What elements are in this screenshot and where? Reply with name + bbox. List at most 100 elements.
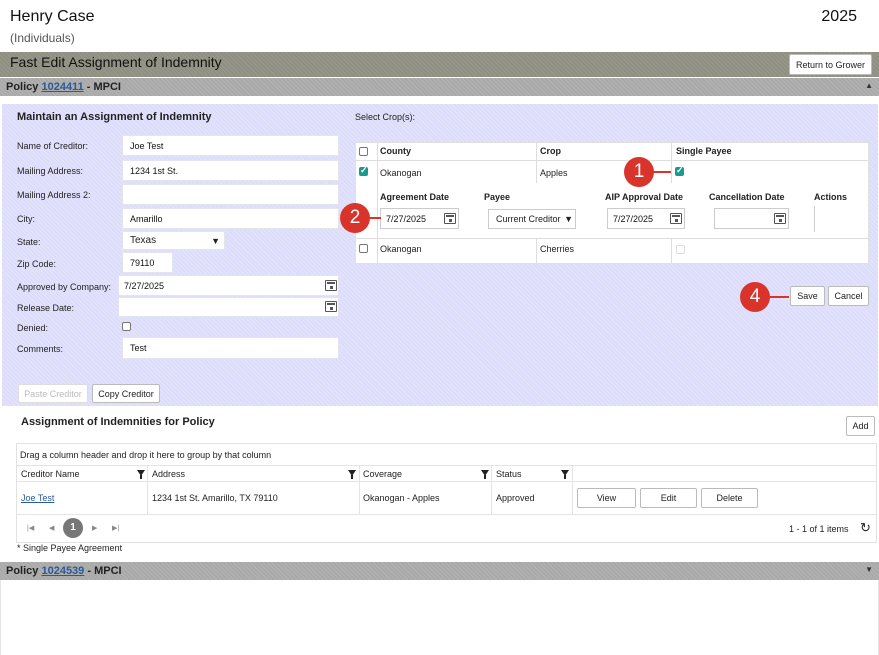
policy-title: Policy 1024411 - MPCI bbox=[6, 81, 121, 93]
comments-label: Comments: bbox=[17, 344, 64, 354]
row-address: 1234 1st St. Amarillo, TX 79110 bbox=[152, 493, 278, 503]
city-input[interactable]: Amarillo bbox=[122, 208, 339, 229]
state-value: Texas bbox=[130, 235, 157, 246]
filter-icon[interactable] bbox=[481, 470, 489, 479]
calendar-icon[interactable] bbox=[325, 301, 337, 312]
select-all-checkbox[interactable] bbox=[359, 147, 368, 156]
payee-value: Current Creditor bbox=[496, 214, 561, 224]
footnote: * Single Payee Agreement bbox=[17, 543, 123, 553]
policy-link[interactable]: 1024411 bbox=[41, 81, 83, 93]
city-label: City: bbox=[17, 214, 35, 224]
mailing-address-input[interactable]: 1234 1st St. bbox=[122, 160, 339, 181]
col-address[interactable]: Address bbox=[152, 469, 185, 479]
col-status[interactable]: Status bbox=[496, 469, 522, 479]
county-header: County bbox=[380, 146, 411, 156]
crop-row-crop: Apples bbox=[540, 168, 568, 178]
annotation-badge-4: 4 bbox=[740, 282, 770, 312]
approved-date-input[interactable]: 7/27/2025 bbox=[118, 275, 339, 296]
paste-creditor-button[interactable]: Paste Creditor bbox=[18, 384, 88, 403]
annotation-badge-1: 1 bbox=[624, 157, 654, 187]
last-page-icon[interactable]: ▶| bbox=[112, 524, 119, 532]
select-crops-label: Select Crop(s): bbox=[355, 112, 416, 122]
release-label: Release Date: bbox=[17, 303, 75, 313]
expand-icon[interactable]: ▼ bbox=[865, 565, 873, 574]
row-status: Approved bbox=[496, 493, 535, 503]
chevron-down-icon: ▼ bbox=[564, 214, 573, 224]
crop-header: Crop bbox=[540, 146, 561, 156]
policy-header-1024539[interactable]: Policy 1024539 - MPCI ▼ bbox=[0, 562, 879, 580]
creditor-link[interactable]: Joe Test bbox=[21, 493, 54, 503]
single-payee-checkbox[interactable] bbox=[676, 245, 685, 254]
group-by-hint: Drag a column header and drop it here to… bbox=[20, 450, 272, 460]
crop-row-checkbox[interactable] bbox=[359, 165, 368, 176]
payee-header: Payee bbox=[484, 192, 511, 202]
approved-label: Approved by Company: bbox=[17, 282, 112, 292]
release-date-input[interactable] bbox=[118, 297, 339, 317]
annotation-badge-2: 2 bbox=[340, 203, 370, 233]
policy-title: Policy 1024539 - MPCI bbox=[6, 565, 122, 577]
col-creditor-name[interactable]: Creditor Name bbox=[21, 469, 80, 479]
save-button[interactable]: Save bbox=[790, 286, 825, 306]
page-title-bar: Fast Edit Assignment of Indemnity Return… bbox=[0, 52, 879, 77]
current-page[interactable]: 1 bbox=[63, 518, 83, 538]
refresh-icon[interactable]: ↻ bbox=[860, 520, 871, 536]
filter-icon[interactable] bbox=[137, 470, 145, 479]
creditor-name-input[interactable]: Joe Test bbox=[122, 135, 339, 156]
return-to-grower-button[interactable]: Return to Grower bbox=[789, 54, 872, 75]
crop-row-checkbox[interactable] bbox=[359, 244, 368, 253]
denied-label: Denied: bbox=[17, 323, 49, 333]
calendar-icon[interactable] bbox=[325, 280, 337, 291]
assignments-heading: Assignment of Indemnities for Policy bbox=[21, 416, 215, 428]
crop-table bbox=[355, 142, 869, 264]
edit-button[interactable]: Edit bbox=[640, 488, 697, 508]
state-select[interactable]: Texas ▼ bbox=[122, 231, 225, 250]
policy-header-1024411[interactable]: Policy 1024411 - MPCI ▲ bbox=[0, 78, 879, 96]
zip-input[interactable]: 79110 bbox=[122, 252, 173, 273]
copy-creditor-button[interactable]: Copy Creditor bbox=[92, 384, 160, 403]
page-title: Fast Edit Assignment of Indemnity bbox=[10, 54, 222, 70]
payee-select[interactable]: Current Creditor ▼ bbox=[488, 209, 576, 229]
cancellation-header: Cancellation Date bbox=[709, 192, 785, 202]
agreement-date-header: Agreement Date bbox=[380, 192, 450, 202]
denied-checkbox[interactable] bbox=[122, 322, 131, 331]
cancel-button[interactable]: Cancel bbox=[828, 286, 869, 306]
annotation-pointer bbox=[653, 171, 671, 173]
zip-label: Zip Code: bbox=[17, 259, 57, 269]
address-label: Mailing Address: bbox=[17, 166, 84, 176]
delete-button[interactable]: Delete bbox=[701, 488, 758, 508]
annotation-pointer bbox=[769, 296, 789, 298]
grower-type: (Individuals) bbox=[10, 31, 75, 45]
col-coverage[interactable]: Coverage bbox=[363, 469, 402, 479]
policy-link[interactable]: 1024539 bbox=[41, 565, 84, 577]
view-button[interactable]: View bbox=[577, 488, 636, 508]
single-payee-checkbox[interactable] bbox=[675, 165, 684, 176]
crop-row-county: Okanogan bbox=[380, 168, 422, 178]
actions-header: Actions bbox=[814, 192, 848, 202]
state-label: State: bbox=[17, 237, 41, 247]
add-button[interactable]: Add bbox=[846, 416, 875, 436]
crop-year: 2025 bbox=[821, 8, 857, 25]
calendar-icon[interactable] bbox=[670, 213, 682, 224]
address2-label: Mailing Address 2: bbox=[17, 190, 91, 200]
first-page-icon[interactable]: |◀ bbox=[27, 524, 34, 532]
prev-page-icon[interactable]: ◀ bbox=[49, 524, 54, 532]
calendar-icon[interactable] bbox=[444, 213, 456, 224]
calendar-icon[interactable] bbox=[774, 213, 786, 224]
grower-name: Henry Case bbox=[10, 8, 95, 25]
name-label: Name of Creditor: bbox=[17, 141, 89, 151]
filter-icon[interactable] bbox=[348, 470, 356, 479]
chevron-down-icon: ▼ bbox=[211, 235, 220, 246]
mailing-address-2-input[interactable] bbox=[122, 184, 339, 205]
crop-row-county: Okanogan bbox=[380, 244, 422, 254]
filter-icon[interactable] bbox=[561, 470, 569, 479]
next-page-icon[interactable]: ▶ bbox=[92, 524, 97, 532]
crop-row-crop: Cherries bbox=[540, 244, 575, 254]
single-payee-header: Single Payee bbox=[676, 146, 732, 156]
aip-approval-header: AIP Approval Date bbox=[605, 192, 684, 202]
comments-input[interactable]: Test bbox=[122, 337, 339, 359]
collapse-icon[interactable]: ▲ bbox=[865, 81, 873, 90]
content-area bbox=[0, 580, 879, 655]
items-count: 1 - 1 of 1 items bbox=[789, 524, 849, 534]
form-heading: Maintain an Assignment of Indemnity bbox=[17, 111, 212, 123]
row-coverage: Okanogan - Apples bbox=[363, 493, 440, 503]
